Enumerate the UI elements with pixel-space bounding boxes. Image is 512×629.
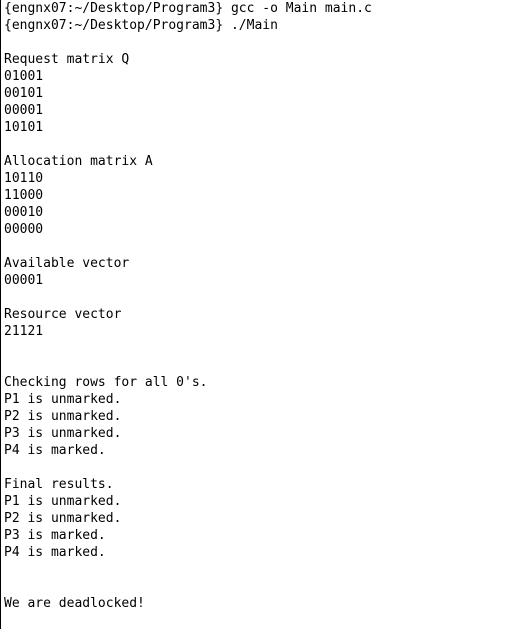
checking-rows-heading: Checking rows for all 0's. — [4, 375, 208, 390]
process-status-line: P4 is marked. — [4, 443, 106, 458]
deadlock-message: We are deadlocked! — [4, 596, 145, 611]
final-status-line: P1 is unmarked. — [4, 494, 122, 509]
command-line-compile: {engnx07:~/Desktop/Program3} gcc -o Main… — [4, 1, 372, 16]
process-status-line: P3 is unmarked. — [4, 426, 122, 441]
final-results-heading: Final results. — [4, 477, 114, 492]
process-status-line: P1 is unmarked. — [4, 392, 122, 407]
request-matrix-row: 10101 — [4, 120, 44, 135]
allocation-matrix-row: 00000 — [4, 222, 44, 237]
resource-vector-value: 21121 — [4, 324, 44, 339]
allocation-matrix-row: 11000 — [4, 188, 44, 203]
available-vector-value: 00001 — [4, 273, 44, 288]
request-matrix-row: 00101 — [4, 86, 44, 101]
terminal-output: {engnx07:~/Desktop/Program3} gcc -o Main… — [4, 0, 372, 612]
available-vector-heading: Available vector — [4, 256, 130, 271]
request-matrix-row: 01001 — [4, 69, 44, 84]
command-line-run: {engnx07:~/Desktop/Program3} ./Main — [4, 18, 278, 33]
allocation-matrix-heading: Allocation matrix A — [4, 154, 153, 169]
final-status-line: P3 is marked. — [4, 528, 106, 543]
final-status-line: P2 is unmarked. — [4, 511, 122, 526]
request-matrix-row: 00001 — [4, 103, 44, 118]
allocation-matrix-row: 10110 — [4, 171, 44, 186]
terminal-window[interactable]: {engnx07:~/Desktop/Program3} gcc -o Main… — [0, 0, 512, 629]
final-status-line: P4 is marked. — [4, 545, 106, 560]
request-matrix-heading: Request matrix Q — [4, 52, 130, 67]
process-status-line: P2 is unmarked. — [4, 409, 122, 424]
resource-vector-heading: Resource vector — [4, 307, 122, 322]
allocation-matrix-row: 00010 — [4, 205, 44, 220]
